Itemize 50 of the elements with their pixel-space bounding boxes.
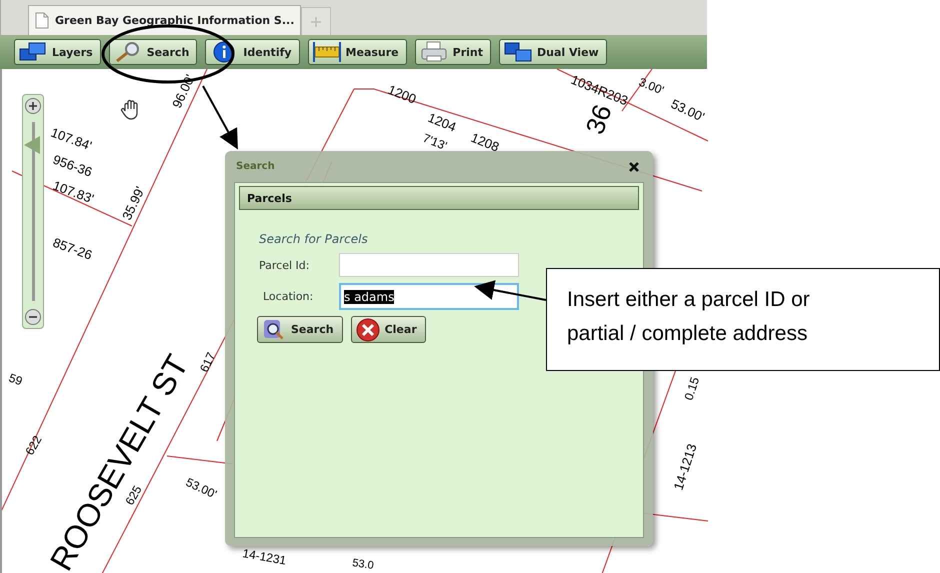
magnifier-icon [262, 318, 286, 340]
printer-icon [418, 41, 449, 63]
map-label: 36 [579, 100, 618, 138]
map-label: 53.00' [184, 475, 219, 502]
map-label: 0.15 [682, 375, 702, 402]
input-field[interactable]: s adams [339, 283, 519, 310]
map-label: 107.84' [48, 124, 94, 154]
map-label: 53.0 [352, 557, 374, 572]
cross-circle-icon [356, 318, 380, 342]
input-field[interactable] [339, 253, 519, 277]
toolbar-button[interactable]: Identify [205, 39, 300, 65]
map-label: 622 [22, 433, 45, 458]
ruler-icon [312, 41, 342, 63]
toolbar-button[interactable]: Measure [308, 39, 407, 65]
dialog-button[interactable]: Clear [350, 316, 426, 343]
pointer-arrow [202, 86, 238, 150]
windows-icon [503, 41, 533, 63]
slider-thumb[interactable] [24, 136, 40, 154]
map-label: 53.00' [668, 96, 707, 125]
toolbar-button[interactable]: Print [414, 39, 491, 65]
map-label: 617 [197, 350, 218, 374]
dialog-title: Search [236, 161, 275, 172]
map-label: 14-1231 [241, 546, 288, 568]
field-label: Parcel Id: [258, 258, 310, 272]
panel-header[interactable]: Parcels [239, 186, 639, 210]
map-label: 1208 [468, 130, 502, 155]
dialog-button[interactable]: Search [257, 316, 343, 343]
toolbar-button[interactable]: Search [108, 39, 198, 65]
field-label: Location: [262, 290, 314, 303]
close-icon[interactable] [628, 160, 640, 172]
plus-icon [28, 101, 38, 111]
map-label: 107.83' [50, 178, 96, 206]
plus-icon [310, 16, 322, 28]
map-label: 3.00' [636, 74, 666, 98]
callout-note: Insert either a parcel ID or partial / complete address [546, 268, 940, 371]
zoom-in-button[interactable] [25, 98, 41, 114]
section-heading: Search for Parcels [259, 232, 369, 246]
zoom-slider[interactable] [22, 94, 44, 329]
map-label: 14-1213 [670, 442, 700, 492]
map-label: 956-36 [50, 152, 94, 180]
map-label: 35.99' [119, 184, 148, 222]
map-label: 1200 [386, 82, 418, 107]
zoom-out-button[interactable] [25, 309, 41, 325]
browser-tab[interactable]: Green Bay Geographic Information S... [28, 5, 302, 35]
map-label: 59 [6, 370, 24, 388]
page-icon [35, 12, 49, 29]
windows-icon [18, 41, 48, 63]
toolbar-button[interactable]: Layers [14, 39, 101, 65]
toolbar-button[interactable]: Dual View [499, 39, 607, 65]
map-label: 857-26 [50, 234, 94, 263]
